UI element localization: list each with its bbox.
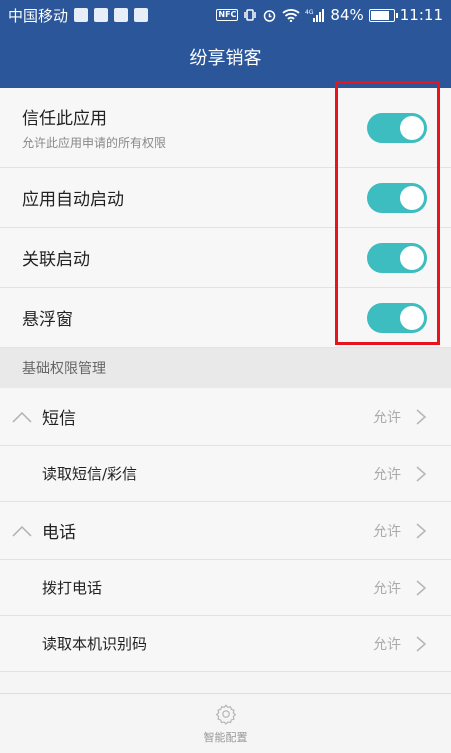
header: 中国移动 NFC 4G 84% 11:11 纷享销客 bbox=[0, 0, 451, 88]
auto-start-switch[interactable] bbox=[367, 182, 427, 213]
smart-config-label: 智能配置 bbox=[203, 730, 248, 744]
permission-label: 拨打电话 bbox=[42, 579, 103, 597]
permission-status: 允许 bbox=[373, 523, 401, 540]
permission-item-make-call[interactable]: 拨打电话 允许 bbox=[0, 560, 451, 616]
chevron-up-icon[interactable] bbox=[8, 403, 36, 431]
switch-knob bbox=[400, 305, 424, 330]
toggle-row-trust-app[interactable]: 信任此应用 允许此应用申请的所有权限 bbox=[0, 88, 451, 168]
permission-group-sms[interactable]: 短信 允许 bbox=[0, 388, 451, 446]
notification-icon bbox=[74, 8, 89, 22]
permission-item-read-sms[interactable]: 读取短信/彩信 允许 bbox=[0, 446, 451, 502]
message-notification-icon bbox=[94, 8, 109, 22]
toggle-label: 悬浮窗 bbox=[22, 310, 73, 330]
permission-label: 电话 bbox=[42, 523, 76, 543]
permission-status: 允许 bbox=[373, 409, 401, 426]
smart-config-button[interactable]: 智能配置 bbox=[0, 693, 451, 753]
toggle-row-auto-start[interactable]: 应用自动启动 bbox=[0, 168, 451, 228]
permission-item-read-device-id[interactable]: 读取本机识别码 允许 bbox=[0, 616, 451, 672]
network-type-label: 4G bbox=[305, 9, 314, 16]
carrier-label: 中国移动 bbox=[8, 6, 69, 25]
signal-icon: 4G bbox=[305, 8, 325, 23]
chevron-right-icon bbox=[416, 465, 427, 482]
toggle-label: 关联启动 bbox=[22, 250, 90, 270]
switch-knob bbox=[400, 245, 424, 270]
permission-list: 短信 允许 读取短信/彩信 允许 电话 允许 拨打电话 允许 读取本机识别码 允… bbox=[0, 388, 451, 672]
trust-app-switch[interactable] bbox=[367, 112, 427, 143]
permission-status: 允许 bbox=[373, 580, 401, 597]
toggle-section: 信任此应用 允许此应用申请的所有权限 应用自动启动 关联启动 悬浮窗 bbox=[0, 88, 451, 348]
nfc-icon: NFC bbox=[216, 9, 239, 21]
associated-start-switch[interactable] bbox=[367, 242, 427, 273]
battery-icon bbox=[368, 8, 398, 22]
clock: 11:11 bbox=[399, 6, 443, 24]
app-notification-icon bbox=[114, 8, 129, 22]
wifi-icon bbox=[282, 8, 301, 22]
app-screen: 中国移动 NFC 4G 84% 11:11 纷享销客 信任此应用 允许此应用申请… bbox=[0, 0, 451, 753]
section-header: 基础权限管理 bbox=[0, 348, 451, 388]
chevron-right-icon bbox=[416, 635, 427, 652]
chevron-up-icon[interactable] bbox=[8, 517, 36, 545]
chevron-right-icon bbox=[416, 579, 427, 596]
battery-percent: 84% bbox=[330, 6, 364, 24]
toggle-label: 信任此应用 bbox=[22, 109, 107, 129]
toggle-label: 应用自动启动 bbox=[22, 190, 124, 210]
chevron-right-icon bbox=[416, 408, 427, 425]
alarm-icon bbox=[262, 8, 277, 23]
permission-group-phone[interactable]: 电话 允许 bbox=[0, 502, 451, 560]
status-bar: 中国移动 NFC 4G 84% 11:11 bbox=[0, 0, 451, 30]
chevron-right-icon bbox=[416, 522, 427, 539]
toggle-sublabel: 允许此应用申请的所有权限 bbox=[22, 136, 167, 150]
switch-knob bbox=[400, 115, 424, 140]
switch-knob bbox=[400, 185, 424, 210]
toggle-row-floating-window[interactable]: 悬浮窗 bbox=[0, 288, 451, 348]
permission-label: 短信 bbox=[42, 409, 76, 429]
floating-window-switch[interactable] bbox=[367, 302, 427, 333]
image-notification-icon bbox=[134, 8, 149, 22]
vibrate-icon bbox=[243, 8, 257, 22]
permission-status: 允许 bbox=[373, 636, 401, 653]
permission-status: 允许 bbox=[373, 466, 401, 483]
page-title: 纷享销客 bbox=[189, 48, 262, 69]
toggle-row-associated-start[interactable]: 关联启动 bbox=[0, 228, 451, 288]
permission-label: 读取本机识别码 bbox=[42, 635, 148, 653]
gear-icon bbox=[215, 703, 236, 725]
permission-label: 读取短信/彩信 bbox=[42, 465, 138, 483]
